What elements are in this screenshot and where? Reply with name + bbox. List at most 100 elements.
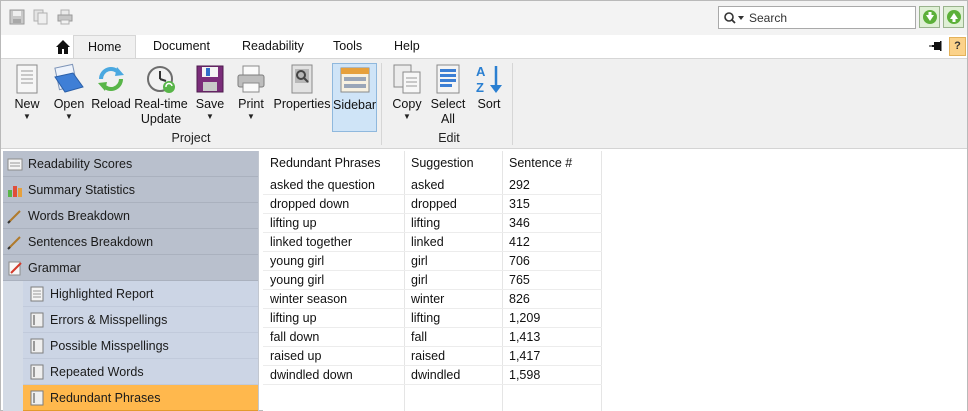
- table-row[interactable]: young girl girl 765: [263, 271, 602, 290]
- green-arrow-up-icon: [946, 10, 961, 24]
- search-next-button[interactable]: [919, 6, 940, 28]
- select-all-label-line1: Select: [430, 97, 466, 111]
- sentence-number-cell: 1,598: [509, 368, 541, 382]
- suggestion-cell: raised: [411, 349, 446, 363]
- search-previous-button[interactable]: [943, 6, 964, 28]
- sidebar-item-sentences-breakdown[interactable]: Sentences Breakdown: [3, 229, 258, 255]
- sort-button-label: Sort: [477, 97, 501, 111]
- table-row[interactable]: fall down fall 1,413: [263, 328, 602, 347]
- suggestion-cell: dwindled: [411, 368, 461, 382]
- sidebar-item-label: Summary Statistics: [28, 182, 135, 197]
- sidebar-item-highlighted-report[interactable]: Highlighted Report: [23, 281, 258, 307]
- copy-button-label: Copy: [392, 97, 422, 111]
- save-button-label: Save: [195, 97, 225, 111]
- words-breakdown-icon: [7, 209, 21, 224]
- tab-help[interactable]: Help: [380, 35, 434, 58]
- sentence-number-cell: 1,209: [509, 311, 541, 325]
- pin-ribbon-icon[interactable]: [929, 39, 943, 53]
- quick-copy-icon[interactable]: [33, 9, 49, 25]
- phrase-cell: young girl: [270, 273, 325, 287]
- sidebar-item-repeated-words[interactable]: Repeated Words: [23, 359, 258, 385]
- print-button[interactable]: Print ▼: [234, 63, 268, 129]
- help-button[interactable]: ?: [949, 37, 966, 56]
- quick-print-icon[interactable]: [57, 9, 73, 25]
- properties-button[interactable]: Properties: [273, 63, 331, 129]
- sentence-number-cell: 315: [509, 197, 530, 211]
- open-button[interactable]: Open ▼: [51, 63, 87, 129]
- sidebar-item-redundant-phrases[interactable]: Redundant Phrases: [23, 385, 258, 411]
- sidebar-item-label: Words Breakdown: [28, 208, 130, 223]
- sort-az-icon: AZ: [476, 64, 502, 95]
- new-button[interactable]: New ▼: [9, 63, 45, 129]
- sidebar-item-grammar[interactable]: Grammar: [3, 255, 258, 281]
- suggestion-cell: lifting: [411, 216, 441, 230]
- search-icon[interactable]: [719, 7, 749, 28]
- green-arrow-down-icon: [922, 10, 937, 24]
- quick-save-icon[interactable]: [9, 9, 25, 25]
- sidebar-item-words-breakdown[interactable]: Words Breakdown: [3, 203, 258, 229]
- table-row[interactable]: asked the question asked 292: [263, 176, 602, 195]
- chevron-down-icon: ▼: [65, 112, 73, 121]
- suggestion-cell: lifting: [411, 311, 441, 325]
- save-button[interactable]: Save ▼: [193, 63, 227, 129]
- save-icon: [196, 65, 224, 93]
- svg-text:A: A: [476, 64, 486, 79]
- sentence-number-cell: 706: [509, 254, 530, 268]
- print-button-label: Print: [238, 97, 264, 111]
- tab-document[interactable]: Document: [139, 35, 224, 58]
- table-row[interactable]: young girl girl 706: [263, 252, 602, 271]
- sentence-number-cell: 412: [509, 235, 530, 249]
- select-all-button[interactable]: Select All: [429, 63, 467, 129]
- column-header-sentence-number[interactable]: Sentence #: [502, 151, 602, 176]
- sidebar-icon: [340, 67, 369, 93]
- chevron-down-icon: ▼: [403, 112, 411, 121]
- sidebar-toggle-button[interactable]: Sidebar: [332, 63, 377, 132]
- table-row[interactable]: dropped down dropped 315: [263, 195, 602, 214]
- print-icon: [237, 65, 265, 93]
- realtime-update-button[interactable]: Real-time Update: [133, 63, 189, 129]
- list-page-icon: [30, 338, 44, 353]
- select-all-icon: [436, 64, 460, 94]
- table-row[interactable]: winter season winter 826: [263, 290, 602, 309]
- realtime-update-label-line1: Real-time: [134, 97, 188, 111]
- ribbon-tab-bar: Home Document Readability Tools Help: [1, 35, 967, 58]
- sidebar-item-label: Repeated Words: [50, 364, 144, 379]
- sidebar-item-summary-statistics[interactable]: Summary Statistics: [3, 177, 258, 203]
- sort-button[interactable]: AZ Sort: [471, 63, 507, 129]
- table-row[interactable]: lifting up lifting 346: [263, 214, 602, 233]
- sentences-breakdown-icon: [7, 235, 21, 250]
- select-all-label-line2: All: [441, 112, 455, 126]
- realtime-update-icon: [147, 66, 175, 93]
- table-row[interactable]: linked together linked 412: [263, 233, 602, 252]
- sidebar-item-label: Grammar: [28, 260, 81, 275]
- reload-button[interactable]: Reload: [91, 63, 131, 129]
- new-document-icon: [16, 64, 38, 94]
- suggestion-cell: linked: [411, 235, 444, 249]
- tab-readability[interactable]: Readability: [228, 35, 318, 58]
- report-page-icon: [30, 286, 44, 301]
- sidebar-item-readability-scores[interactable]: Readability Scores: [3, 151, 258, 177]
- tab-home[interactable]: Home: [73, 35, 137, 58]
- app-window: Home Document Readability Tools Help ? N…: [0, 0, 968, 411]
- sidebar-item-errors-misspellings[interactable]: Errors & Misspellings: [23, 307, 258, 333]
- suggestion-cell: fall: [411, 330, 427, 344]
- tab-tools[interactable]: Tools: [319, 35, 376, 58]
- sidebar-item-possible-misspellings[interactable]: Possible Misspellings: [23, 333, 258, 359]
- sentence-number-cell: 765: [509, 273, 530, 287]
- sidebar-item-label: Readability Scores: [28, 156, 133, 171]
- summary-statistics-icon: [8, 185, 22, 197]
- sidebar-item-label: Sentences Breakdown: [28, 234, 154, 249]
- svg-text:Z: Z: [476, 80, 484, 95]
- phrase-cell: lifting up: [270, 311, 317, 325]
- home-icon[interactable]: [55, 39, 71, 55]
- redundant-phrases-table[interactable]: Redundant Phrases Suggestion Sentence # …: [263, 151, 967, 411]
- search-input[interactable]: [749, 8, 909, 27]
- column-header-suggestion[interactable]: Suggestion: [404, 151, 502, 176]
- table-row[interactable]: lifting up lifting 1,209: [263, 309, 602, 328]
- table-row[interactable]: raised up raised 1,417: [263, 347, 602, 366]
- column-header-redundant-phrases[interactable]: Redundant Phrases: [263, 151, 404, 176]
- copy-button[interactable]: Copy ▼: [389, 63, 425, 129]
- new-button-label: New: [14, 97, 40, 111]
- phrase-cell: asked the question: [270, 178, 375, 192]
- table-row[interactable]: dwindled down dwindled 1,598: [263, 366, 602, 385]
